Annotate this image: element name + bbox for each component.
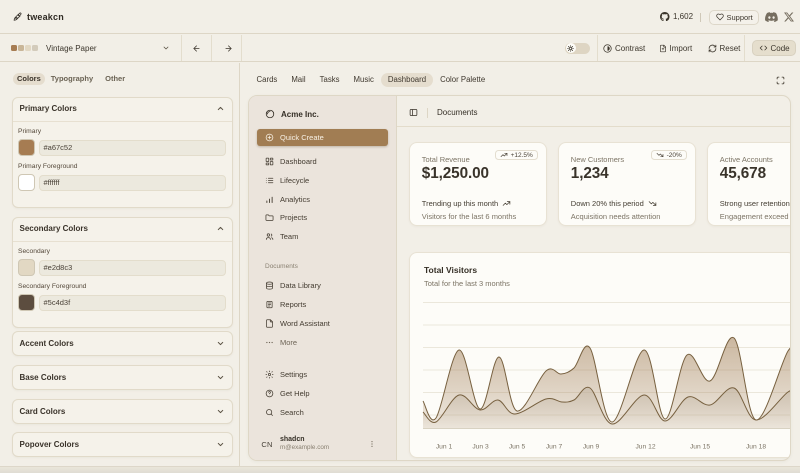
- svg-text:Jun 15: Jun 15: [690, 444, 710, 451]
- svg-text:Jun 12: Jun 12: [635, 444, 655, 451]
- svg-text:Jun 18: Jun 18: [746, 444, 766, 451]
- svg-text:Jun 5: Jun 5: [509, 444, 526, 451]
- svg-text:Jun 9: Jun 9: [583, 444, 600, 451]
- svg-text:Jun 1: Jun 1: [436, 444, 453, 451]
- svg-text:Jun 3: Jun 3: [472, 444, 489, 451]
- svg-text:Jun 7: Jun 7: [546, 444, 563, 451]
